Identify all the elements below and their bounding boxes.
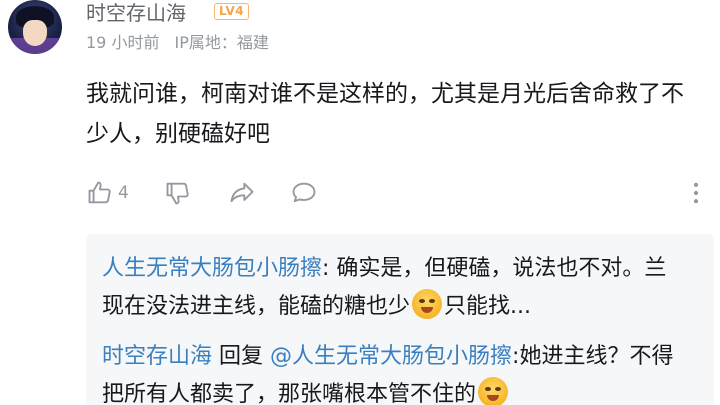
reply-word: 回复: [219, 344, 264, 369]
replies-panel[interactable]: 人生无常大肠包小肠擦: 确实是，但硬磕，说法也不对。兰现在没法进主线，能磕的糖也…: [86, 234, 714, 405]
reply-item[interactable]: 时空存山海 回复 @人生无常大肠包小肠擦:她进主线？不得把所有人都卖了，那张嘴根…: [102, 338, 682, 405]
laughing-emoji-icon: [412, 289, 443, 319]
dislike-button[interactable]: [164, 176, 192, 210]
more-button[interactable]: [682, 176, 710, 210]
comment-text: 我就问谁，柯南对谁不是这样的，尤其是月光后舍命救了不少人，别硬磕好吧: [86, 81, 684, 147]
avatar[interactable]: [8, 0, 62, 54]
reply-author[interactable]: 人生无常大肠包小肠擦: [102, 256, 322, 281]
like-button[interactable]: 4: [86, 176, 129, 210]
grinning-emoji-icon: [478, 377, 509, 405]
reply-button[interactable]: [290, 176, 318, 210]
avatar-face: [23, 20, 47, 46]
comment-ip-location: IP属地：福建: [174, 33, 269, 52]
comment-bubble-icon: [292, 182, 316, 203]
share-button[interactable]: [228, 176, 256, 210]
comment-actions: 4: [86, 176, 716, 210]
comment-username[interactable]: 时空存山海: [86, 0, 186, 26]
reply-mention[interactable]: @人生无常大肠包小肠擦: [270, 344, 512, 369]
comment-time: 19 小时前: [86, 33, 160, 52]
like-count: 4: [118, 183, 129, 203]
comment-meta: 19 小时前 IP属地：福建: [86, 32, 279, 54]
share-arrow-icon: [230, 182, 254, 203]
thumbs-down-icon: [166, 182, 189, 205]
reply-item[interactable]: 人生无常大肠包小肠擦: 确实是，但硬磕，说法也不对。兰现在没法进主线，能磕的糖也…: [102, 250, 682, 326]
thumbs-up-icon: [88, 181, 111, 204]
more-dots-icon: [693, 182, 699, 204]
level-badge: LV4: [214, 3, 250, 20]
reply-text-tail: 只能找...: [444, 294, 531, 319]
reply-author[interactable]: 时空存山海: [102, 344, 212, 369]
